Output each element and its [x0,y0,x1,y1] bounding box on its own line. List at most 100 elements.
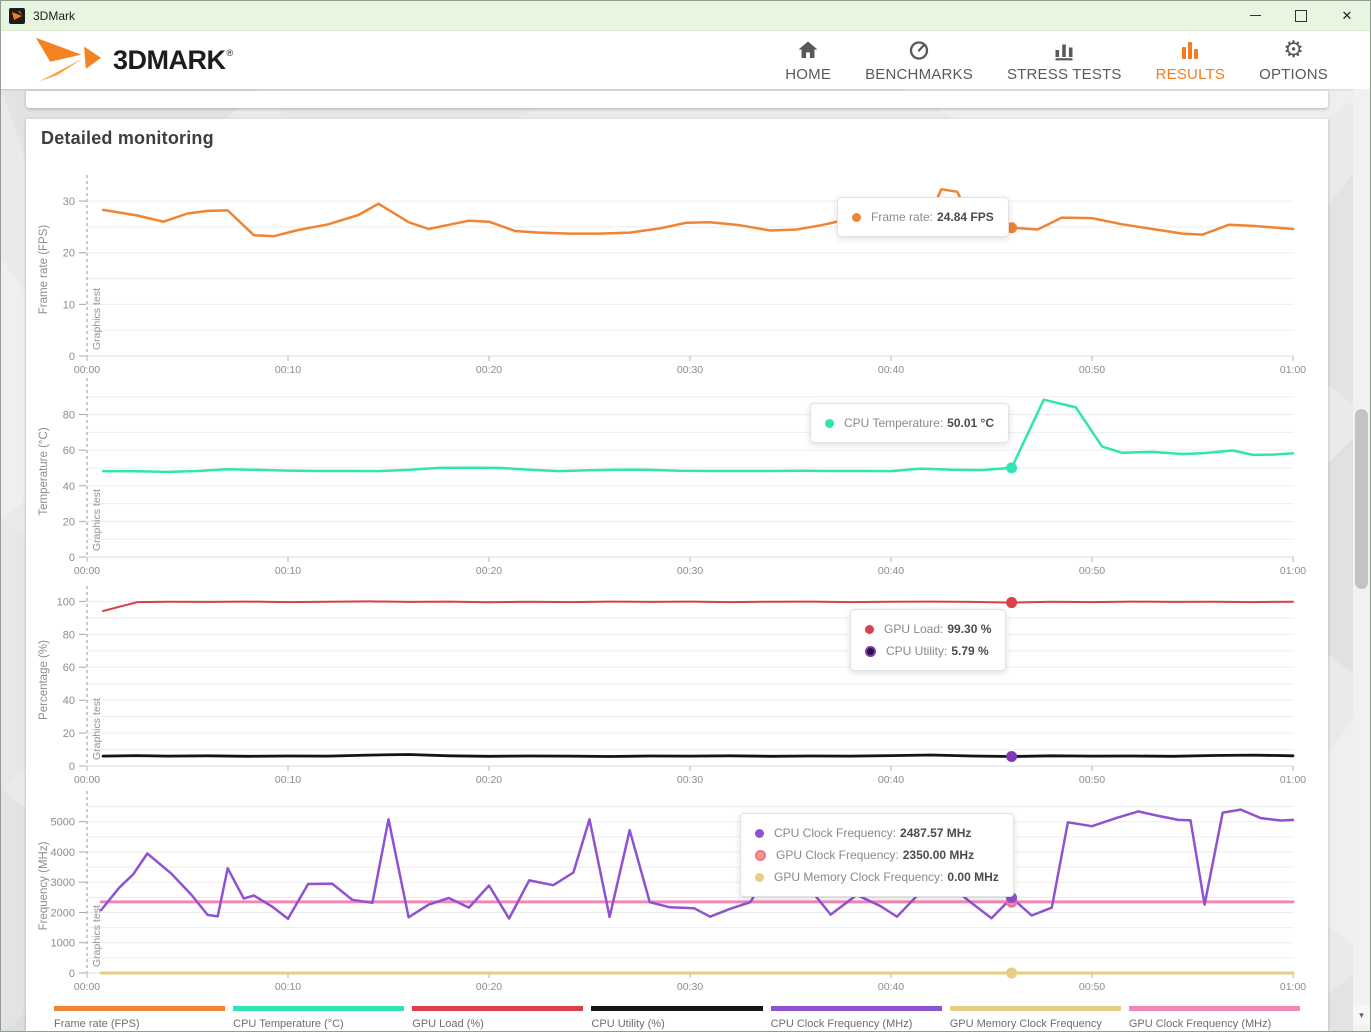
app-icon [9,8,25,24]
scrollbar-down-icon[interactable]: ▾ [1353,1005,1370,1025]
legend-label: GPU Load (%) [412,1018,583,1030]
y-tick-label: 1000 [51,938,75,950]
y-tick-label: 40 [63,481,75,493]
y-tick-label: 60 [63,445,75,457]
y-tick-label: 0 [69,552,75,564]
y-tick-label: 80 [63,410,75,422]
chart-legend: Frame rate (FPS) CPU Temperature (°C) GPU … [54,1006,1300,1032]
nav-item-benchmarks[interactable]: BENCHMARKS [865,37,973,83]
legend-label: GPU Clock Frequency (MHz) [1129,1018,1300,1030]
chart-temperature-c[interactable]: 02040608000:0000:1000:2000:3000:4000:500… [27,364,1347,583]
minimize-button[interactable] [1232,1,1278,30]
nav-item-options[interactable]: ⚙OPTIONS [1259,37,1328,83]
tooltip-value: 99.30 % [947,622,991,636]
chart-tooltip-frequency-mhz: CPU Clock Frequency:2487.57 MHzGPU Clock… [740,813,1014,897]
legend-item-cpu-clock-frequency-mhz[interactable]: CPU Clock Frequency (MHz) [771,1006,942,1032]
page-title: Detailed monitoring [41,128,214,149]
y-axis-title: Frequency (MHz) [38,841,50,930]
tooltip-label: Frame rate: [871,210,933,224]
series-line-frame-rate [103,189,1293,236]
scrollbar-thumb[interactable] [1355,409,1368,589]
series-line-cpu-utility [103,755,1293,757]
tooltip-label: GPU Memory Clock Frequency: [774,870,943,884]
tooltip-value: 2350.00 MHz [903,848,974,862]
legend-label: Frame rate (FPS) [54,1018,225,1030]
y-tick-label: 0 [69,351,75,363]
tooltip-value: 50.01 °C [947,416,994,430]
graphics-test-annotation: Graphics test [91,698,103,760]
y-tick-label: 40 [63,695,75,707]
x-tick-label: 00:30 [677,981,703,993]
nav-item-home[interactable]: HOME [785,37,831,83]
results-icon [1179,37,1201,62]
legend-swatch [54,1006,225,1011]
graphics-test-annotation: Graphics test [91,489,103,551]
hover-dot-cpu-utility [1006,751,1017,762]
legend-swatch [233,1006,404,1011]
y-axis-title: Percentage (%) [38,640,50,720]
previous-card-bottom-edge [26,91,1328,108]
maximize-icon [1295,10,1307,22]
y-tick-label: 5000 [51,817,75,829]
tooltip-series-dot-icon [755,829,764,838]
legend-item-gpu-clock-frequency-mhz[interactable]: GPU Clock Frequency (MHz) [1129,1006,1300,1032]
legend-label: GPU Memory Clock Frequency (MHz) [950,1018,1121,1032]
brand-text: 3DMARK [113,45,226,76]
hover-dot-gpu-load [1006,597,1017,608]
tooltip-value: 24.84 FPS [937,210,994,224]
legend-item-frame-rate-fps[interactable]: Frame rate (FPS) [54,1006,225,1032]
benchmarks-icon [908,37,930,62]
chart-tooltip-temperature-c: CPU Temperature: 50.01 °C [810,403,1009,443]
window-title: 3DMark [33,9,75,23]
home-icon [797,37,819,62]
x-tick-label: 00:00 [74,981,100,993]
tooltip-row: GPU Memory Clock Frequency: 0.00 MHz [755,866,999,888]
close-button[interactable]: ✕ [1324,1,1370,30]
options-icon: ⚙ [1283,37,1304,62]
tooltip-row: GPU Clock Frequency: 2350.00 MHz [755,844,999,866]
series-line-cpu-temperature [103,400,1293,472]
y-tick-label: 0 [69,761,75,773]
legend-item-cpu-utility[interactable]: CPU Utility (%) [591,1006,762,1032]
y-tick-label: 20 [63,728,75,740]
window-controls: ✕ [1232,1,1370,30]
tooltip-row: CPU Utility:5.79 % [865,640,991,662]
legend-swatch [771,1006,942,1011]
legend-item-gpu-load[interactable]: GPU Load (%) [412,1006,583,1032]
chart-frame-rate-fps[interactable]: 010203000:0000:1000:2000:3000:4000:5001:… [27,161,1347,382]
nav-item-label: BENCHMARKS [865,66,973,83]
chart-frequency-mhz[interactable]: 01000200030004000500000:0000:1000:2000:3… [27,777,1347,999]
x-tick-label: 00:20 [476,981,502,993]
legend-label: CPU Temperature (°C) [233,1018,404,1030]
tooltip-label: GPU Clock Frequency: [776,848,899,862]
tooltip-label: CPU Clock Frequency: [774,826,896,840]
hover-dot-gpu-memory-clock-frequency [1006,968,1017,979]
nav-item-stress-tests[interactable]: STRESS TESTS [1007,37,1122,83]
tooltip-label: CPU Utility: [886,644,947,658]
legend-swatch [591,1006,762,1011]
tooltip-row: CPU Clock Frequency:2487.57 MHz [755,822,999,844]
scrollbar[interactable]: ▾ [1353,89,1370,1032]
tooltip-row: Frame rate: 24.84 FPS [852,206,994,228]
x-tick-label: 00:50 [1079,981,1105,993]
tooltip-label: CPU Temperature: [844,416,943,430]
nav-item-label: RESULTS [1156,66,1225,83]
legend-item-cpu-temperature-c[interactable]: CPU Temperature (°C) [233,1006,404,1032]
y-tick-label: 20 [63,516,75,528]
stress-tests-icon [1053,37,1075,62]
legend-item-gpu-memory-clock-frequency-mhz[interactable]: GPU Memory Clock Frequency (MHz) [950,1006,1121,1032]
maximize-button[interactable] [1278,1,1324,30]
nav-item-results[interactable]: RESULTS [1156,37,1225,83]
y-tick-label: 10 [63,299,75,311]
legend-swatch [1129,1006,1300,1011]
series-line-gpu-load [103,601,1293,611]
brand-logo[interactable]: 3DMARK ® [35,36,233,84]
y-axis-title: Frame rate (FPS) [38,225,50,315]
tooltip-series-dot-icon [755,850,766,861]
x-tick-label: 00:40 [878,981,904,993]
tooltip-value: 0.00 MHz [947,870,998,884]
chart-percentage[interactable]: 02040608010000:0000:1000:2000:3000:4000:… [27,572,1347,792]
tooltip-series-dot-icon [755,873,764,882]
y-tick-label: 4000 [51,847,75,859]
minimize-icon [1250,15,1261,17]
